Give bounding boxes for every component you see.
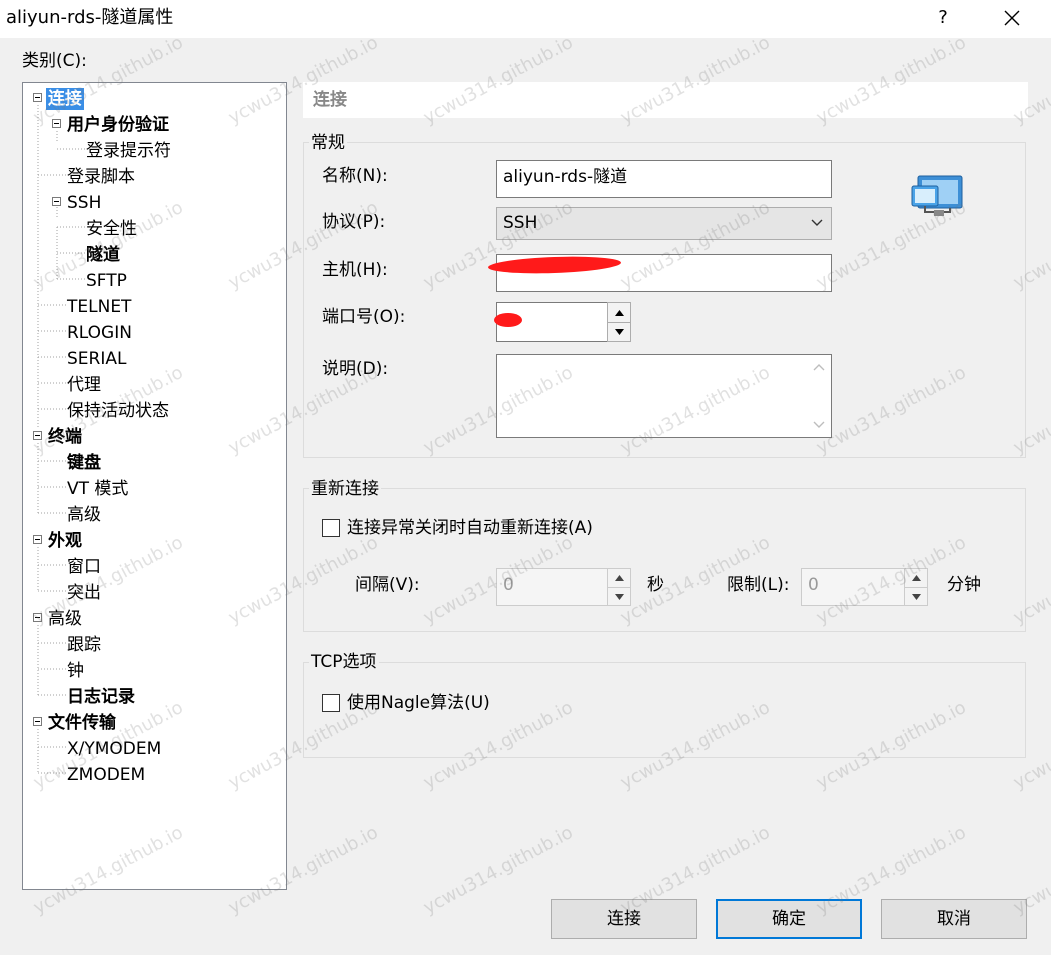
limit-up-button[interactable] xyxy=(905,569,927,587)
interval-input[interactable]: 0 xyxy=(496,568,608,606)
interval-spinner[interactable] xyxy=(607,568,631,606)
collapse-toggle-appearance[interactable] xyxy=(33,535,42,544)
tree-item-keyboard[interactable]: 键盘 xyxy=(65,452,103,474)
auto-reconnect-checkbox[interactable] xyxy=(322,519,340,537)
limit-unit: 分钟 xyxy=(947,575,981,595)
tree-item-file-transfer[interactable]: 文件传输 xyxy=(46,712,118,734)
tree-item-appearance[interactable]: 外观 xyxy=(46,530,84,552)
interval-down-button[interactable] xyxy=(608,587,630,605)
name-input[interactable]: aliyun-rds-隧道 xyxy=(496,160,832,198)
port-up-button[interactable] xyxy=(608,303,630,322)
port-label: 端口号(O): xyxy=(322,307,406,327)
tree-item-keepalive[interactable]: 保持活动状态 xyxy=(65,400,171,422)
scroll-up-icon xyxy=(813,364,825,371)
tree-item-telnet[interactable]: TELNET xyxy=(65,296,133,318)
panel-header xyxy=(303,82,1028,118)
tree-item-trace[interactable]: 跟踪 xyxy=(65,634,103,656)
tree-item-highlight[interactable]: 突出 xyxy=(65,582,103,604)
collapse-toggle-terminal[interactable] xyxy=(33,431,42,440)
tree-item-login-prompt[interactable]: 登录提示符 xyxy=(84,140,173,162)
tcp-options-group-title: TCP选项 xyxy=(309,651,379,673)
tree-item-login-script[interactable]: 登录脚本 xyxy=(65,166,137,188)
protocol-label: 协议(P): xyxy=(322,212,386,232)
tree-item-vt-mode[interactable]: VT 模式 xyxy=(65,478,130,500)
port-spinner[interactable] xyxy=(607,302,631,342)
chevron-down-icon xyxy=(811,219,823,226)
host-label: 主机(H): xyxy=(322,260,388,280)
interval-unit: 秒 xyxy=(647,575,664,595)
tree-item-zmodem[interactable]: ZMODEM xyxy=(65,764,147,786)
tree-item-user-auth[interactable]: 用户身份验证 xyxy=(65,114,171,136)
collapse-toggle-auth[interactable] xyxy=(52,119,61,128)
port-down-button[interactable] xyxy=(608,322,630,341)
limit-label: 限制(L): xyxy=(727,575,790,595)
tree-item-xymodem[interactable]: X/YMODEM xyxy=(65,738,163,760)
tree-item-proxy[interactable]: 代理 xyxy=(65,374,103,396)
tree-item-logging[interactable]: 日志记录 xyxy=(65,686,137,708)
protocol-value: SSH xyxy=(503,213,538,233)
limit-input[interactable]: 0 xyxy=(801,568,905,606)
scroll-down-icon xyxy=(813,421,825,428)
nagle-checkbox[interactable] xyxy=(322,694,340,712)
tree-item-security[interactable]: 安全性 xyxy=(84,218,139,240)
nagle-label: 使用Nagle算法(U) xyxy=(347,693,490,713)
tree-item-connection[interactable]: 连接 xyxy=(46,88,84,110)
network-connection-icon xyxy=(911,175,963,216)
auto-reconnect-label: 连接异常关闭时自动重新连接(A) xyxy=(347,518,593,538)
arrow-down-icon xyxy=(911,593,921,600)
tree-item-terminal[interactable]: 终端 xyxy=(46,426,84,448)
tree-item-sftp[interactable]: SFTP xyxy=(84,270,129,292)
interval-up-button[interactable] xyxy=(608,569,630,587)
limit-spinner[interactable] xyxy=(904,568,928,606)
arrow-up-icon xyxy=(614,309,624,316)
reconnect-group-title: 重新连接 xyxy=(309,478,381,500)
collapse-toggle-ssh[interactable] xyxy=(52,197,61,206)
arrow-up-icon xyxy=(614,575,624,581)
close-icon xyxy=(1004,10,1020,26)
category-label: 类别(C): xyxy=(22,51,87,71)
limit-down-button[interactable] xyxy=(905,587,927,605)
ok-button[interactable]: 确定 xyxy=(716,899,862,939)
tree-item-ssh[interactable]: SSH xyxy=(65,192,103,214)
name-label: 名称(N): xyxy=(322,166,388,186)
panel-title: 连接 xyxy=(313,90,347,110)
general-group-title: 常规 xyxy=(309,132,347,154)
close-button[interactable] xyxy=(990,4,1034,32)
tree-item-clock[interactable]: 钟 xyxy=(65,660,86,682)
category-tree[interactable]: 连接 用户身份验证 登录提示符 登录脚本 SSH 安全性 隧道 SFTP TEL… xyxy=(22,82,287,890)
cancel-button[interactable]: 取消 xyxy=(881,899,1027,939)
tree-item-advanced[interactable]: 高级 xyxy=(46,608,84,630)
collapse-toggle-file-transfer[interactable] xyxy=(33,717,42,726)
description-label: 说明(D): xyxy=(322,359,389,379)
tree-item-window[interactable]: 窗口 xyxy=(65,556,103,578)
tree-lines xyxy=(37,105,87,774)
tree-item-serial[interactable]: SERIAL xyxy=(65,348,128,370)
interval-label: 间隔(V): xyxy=(355,575,420,595)
arrow-down-icon xyxy=(614,329,624,335)
collapse-toggle-connection[interactable] xyxy=(33,93,42,102)
connect-button[interactable]: 连接 xyxy=(551,899,697,939)
protocol-select[interactable]: SSH xyxy=(496,207,832,240)
tree-item-terminal-advanced[interactable]: 高级 xyxy=(65,504,103,526)
description-textarea[interactable] xyxy=(496,354,832,438)
tree-item-tunnel[interactable]: 隧道 xyxy=(84,244,122,266)
arrow-down-icon xyxy=(614,593,624,600)
collapse-toggle-advanced[interactable] xyxy=(33,613,42,622)
arrow-up-icon xyxy=(911,575,921,581)
redaction-mark-port xyxy=(494,313,522,327)
tree-item-rlogin[interactable]: RLOGIN xyxy=(65,322,134,344)
window-title: aliyun-rds-隧道属性 xyxy=(6,7,174,28)
reconnect-group xyxy=(303,488,1026,632)
help-button[interactable]: ? xyxy=(928,4,958,32)
